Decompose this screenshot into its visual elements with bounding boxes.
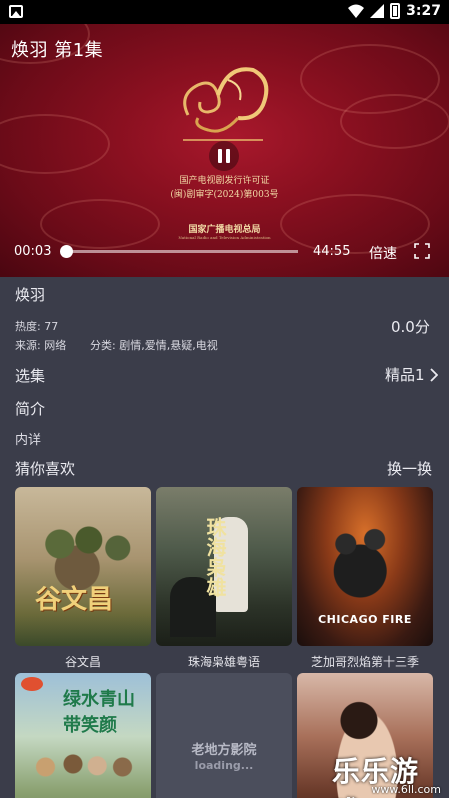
episodes-source-value: 精品1 (385, 366, 425, 384)
license-org: 国家广播电视总局 (188, 225, 261, 235)
poster-image: 谷文昌 (15, 487, 151, 646)
card-caption: 谷文昌 (64, 655, 101, 669)
card-caption: 芝加哥烈焰第十三季 (310, 655, 419, 669)
signal-icon (370, 4, 385, 18)
poster-image: 绿水青山带笑颜 (15, 673, 151, 798)
poster-title: 珠海枭雄 (203, 517, 227, 597)
poster-placeholder: 老地方影院 loading... (156, 673, 292, 798)
recommend-card[interactable]: 珠海枭雄 珠海枭雄粤语 (156, 487, 292, 669)
poster-image: CHICAGO FIRE (297, 487, 433, 646)
player-controls: 00:03 44:55 倍速 (0, 238, 449, 266)
speed-button[interactable]: 倍速 (369, 243, 397, 263)
source-info: 来源: 网络 (15, 339, 67, 352)
site-watermark: 乐乐游戏 www.6ll.com (332, 748, 449, 798)
poster-title: CHICAGO FIRE (318, 613, 412, 626)
chevron-right-icon (429, 367, 438, 382)
placeholder-loading-text: loading... (194, 759, 254, 772)
intro-detail[interactable]: 内详 (15, 429, 41, 448)
swap-button[interactable]: 换一换 (387, 458, 432, 479)
wifi-icon (348, 4, 365, 18)
license-line-1: 国产电视剧发行许可证 (179, 176, 270, 186)
placeholder-title: 老地方影院 (191, 743, 257, 758)
category-info: 分类: 剧情,爱情,悬疑,电视 (90, 339, 218, 352)
clock: 3:27 (406, 3, 441, 19)
current-time: 00:03 (14, 244, 52, 259)
score: 0.0分 (391, 318, 430, 336)
recommend-card[interactable]: 谷文昌 谷文昌 (15, 487, 151, 669)
recommend-card[interactable]: 绿水青山带笑颜 (15, 673, 151, 798)
seek-bar[interactable] (60, 245, 298, 258)
gallery-notification-icon (9, 5, 23, 18)
recommend-card-loading[interactable]: 老地方影院 loading... (156, 673, 292, 798)
episodes-source-selector[interactable]: 精品1 (385, 364, 438, 385)
card-caption: 珠海枭雄粤语 (187, 655, 260, 669)
poster-title: 绿水青山带笑颜 (63, 689, 135, 736)
pause-icon-bar (218, 149, 222, 163)
recommend-card[interactable]: CHICAGO FIRE 芝加哥烈焰第十三季 (297, 487, 433, 669)
intro-label: 简介 (15, 400, 46, 418)
poster-title: 谷文昌 (35, 585, 114, 615)
heat-info: 热度: 77 (15, 320, 59, 333)
poster-image: 珠海枭雄 (156, 487, 292, 646)
status-bar: 3:27 (0, 0, 449, 24)
fullscreen-icon[interactable] (414, 243, 430, 259)
watermark-url: www.6ll.com (371, 783, 441, 796)
seek-handle[interactable] (60, 245, 74, 258)
video-player[interactable]: 焕羽 第1集 国产电视剧发行许可证 (闽)剧审字(2024)第003号 国家广播… (0, 24, 449, 277)
video-title: 焕羽 第1集 (11, 40, 104, 61)
pause-icon-bar (226, 149, 230, 163)
duration: 44:55 (313, 244, 351, 259)
recommend-label: 猜你喜欢 (15, 460, 76, 478)
drama-name: 焕羽 (15, 286, 46, 304)
license-line-2: (闽)剧审字(2024)第003号 (170, 190, 279, 200)
battery-icon (390, 3, 401, 19)
episodes-label: 选集 (15, 367, 46, 385)
pause-button[interactable] (209, 141, 239, 171)
